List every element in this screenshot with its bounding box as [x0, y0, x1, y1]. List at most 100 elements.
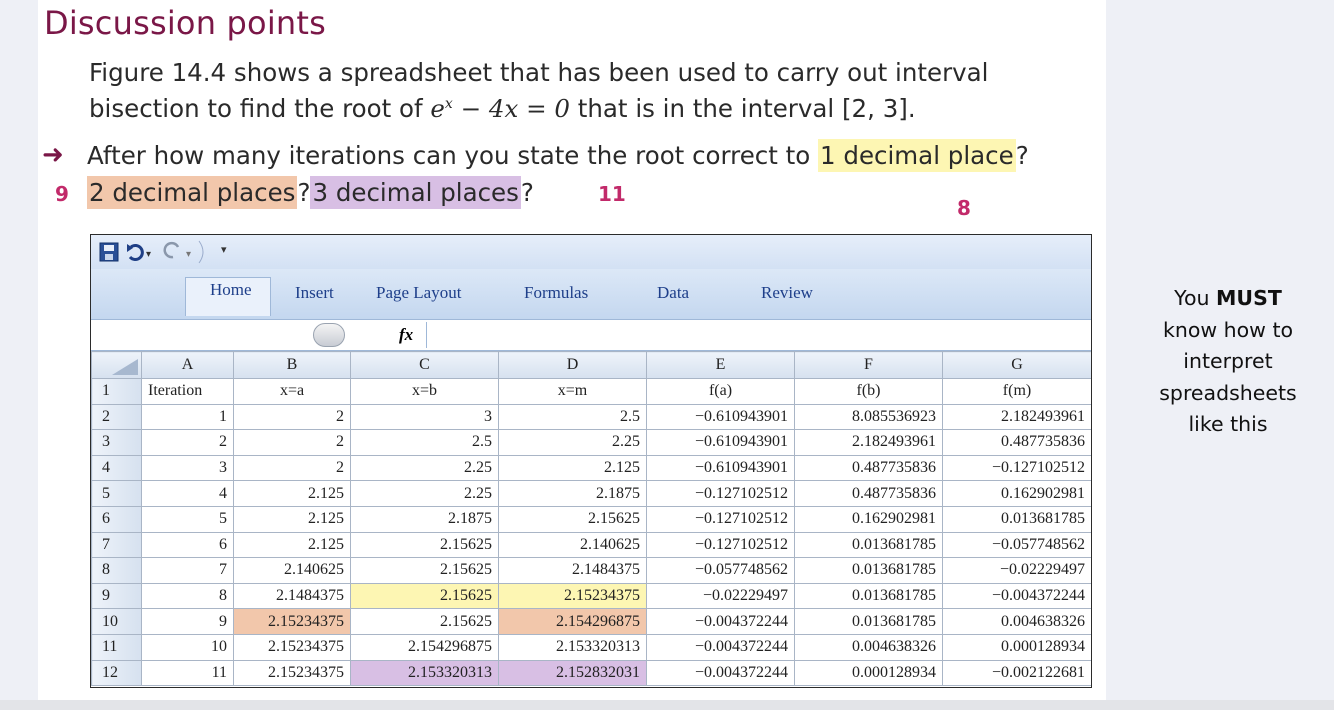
- cell[interactable]: 4: [141, 480, 234, 507]
- cell[interactable]: 2.125: [498, 454, 647, 482]
- cell[interactable]: 2.5: [498, 403, 647, 431]
- tab-formulas[interactable]: Formulas: [524, 283, 588, 303]
- highlighted-cell[interactable]: 2.154296875: [498, 608, 647, 635]
- row-header[interactable]: 6: [91, 505, 142, 533]
- cell[interactable]: 10: [141, 633, 234, 661]
- cell[interactable]: 2.125: [233, 505, 351, 533]
- cell[interactable]: 2.25: [498, 429, 647, 456]
- cell[interactable]: 0.004638326: [794, 633, 943, 661]
- formula-input[interactable]: [426, 322, 1091, 348]
- cell[interactable]: Iteration: [141, 378, 234, 405]
- cell[interactable]: 2.125: [233, 480, 351, 507]
- customize-qat-icon[interactable]: ▾: [221, 243, 227, 256]
- row-header[interactable]: 9: [91, 582, 142, 610]
- cell[interactable]: −0.610943901: [646, 429, 795, 456]
- row-header[interactable]: 2: [91, 403, 142, 431]
- cell[interactable]: f(a): [646, 378, 795, 405]
- column-header[interactable]: A: [141, 351, 234, 379]
- highlighted-cell[interactable]: 2.153320313: [350, 659, 499, 687]
- row-header[interactable]: 12: [91, 659, 142, 687]
- cell[interactable]: 0.000128934: [794, 659, 943, 687]
- name-box-button[interactable]: [313, 323, 345, 347]
- row-header[interactable]: 11: [91, 633, 142, 661]
- column-header[interactable]: D: [498, 351, 647, 379]
- column-header[interactable]: E: [646, 351, 795, 379]
- cell[interactable]: −0.610943901: [646, 454, 795, 482]
- cell[interactable]: 2.1484375: [498, 557, 647, 584]
- cell[interactable]: −0.127102512: [646, 531, 795, 559]
- cell[interactable]: −0.004372244: [646, 633, 795, 661]
- cell[interactable]: x=b: [350, 378, 499, 405]
- tab-insert[interactable]: Insert: [295, 283, 334, 303]
- cell[interactable]: 0.004638326: [942, 608, 1091, 635]
- cell[interactable]: 3: [350, 403, 499, 431]
- cell[interactable]: −0.057748562: [942, 531, 1091, 559]
- cell[interactable]: 0.013681785: [794, 582, 943, 610]
- cell[interactable]: 9: [141, 608, 234, 635]
- column-header[interactable]: G: [942, 351, 1091, 379]
- cell[interactable]: −0.004372244: [646, 608, 795, 635]
- tab-home[interactable]: Home: [185, 277, 271, 316]
- cell[interactable]: 0.162902981: [942, 480, 1091, 507]
- cell[interactable]: 2.15234375: [233, 659, 351, 687]
- highlighted-cell[interactable]: 2.15234375: [233, 608, 351, 635]
- cell[interactable]: 0.487735836: [794, 480, 943, 507]
- cell[interactable]: 0.000128934: [942, 633, 1091, 661]
- cell[interactable]: 1: [141, 403, 234, 431]
- cell[interactable]: −0.02229497: [942, 557, 1091, 584]
- cell[interactable]: 6: [141, 531, 234, 559]
- cell[interactable]: 2.15625: [350, 531, 499, 559]
- cell[interactable]: x=a: [233, 378, 351, 405]
- cell[interactable]: 2.15234375: [233, 633, 351, 661]
- cell[interactable]: 2: [233, 429, 351, 456]
- cell[interactable]: 0.487735836: [942, 429, 1091, 456]
- cell[interactable]: 2.25: [350, 454, 499, 482]
- cell[interactable]: 8: [141, 582, 234, 610]
- cell[interactable]: 11: [141, 659, 234, 687]
- highlighted-cell[interactable]: 2.152832031: [498, 659, 647, 687]
- tab-data[interactable]: Data: [657, 283, 689, 303]
- cell[interactable]: 0.013681785: [794, 608, 943, 635]
- cell[interactable]: 0.162902981: [794, 505, 943, 533]
- cell[interactable]: 2.182493961: [794, 429, 943, 456]
- cell[interactable]: 2.153320313: [498, 633, 647, 661]
- cell[interactable]: 2: [233, 454, 351, 482]
- row-header[interactable]: 4: [91, 454, 142, 482]
- column-header[interactable]: C: [350, 351, 499, 379]
- cell[interactable]: 0.487735836: [794, 454, 943, 482]
- cell[interactable]: 2: [141, 429, 234, 456]
- cell[interactable]: −0.127102512: [646, 480, 795, 507]
- cell[interactable]: −0.057748562: [646, 557, 795, 584]
- tab-review[interactable]: Review: [761, 283, 813, 303]
- cell[interactable]: 2.182493961: [942, 403, 1091, 431]
- cell[interactable]: 5: [141, 505, 234, 533]
- cell[interactable]: 2: [233, 403, 351, 431]
- select-all-corner[interactable]: [91, 351, 142, 379]
- highlighted-cell[interactable]: 2.15234375: [498, 582, 647, 610]
- cell[interactable]: 2.25: [350, 480, 499, 507]
- cell[interactable]: 3: [141, 454, 234, 482]
- row-header[interactable]: 8: [91, 557, 142, 584]
- row-header[interactable]: 3: [91, 429, 142, 456]
- cell[interactable]: 2.15625: [350, 608, 499, 635]
- fx-icon[interactable]: fx: [399, 325, 413, 345]
- cell[interactable]: −0.02229497: [646, 582, 795, 610]
- cell[interactable]: −0.127102512: [646, 505, 795, 533]
- cell[interactable]: 0.013681785: [942, 505, 1091, 533]
- row-header[interactable]: 7: [91, 531, 142, 559]
- cell[interactable]: 8.085536923: [794, 403, 943, 431]
- cell[interactable]: 2.15625: [498, 505, 647, 533]
- column-header[interactable]: F: [794, 351, 943, 379]
- cell[interactable]: 2.140625: [498, 531, 647, 559]
- cell[interactable]: 2.1484375: [233, 582, 351, 610]
- cell[interactable]: 0.013681785: [794, 531, 943, 559]
- cell[interactable]: 2.154296875: [350, 633, 499, 661]
- cell[interactable]: f(b): [794, 378, 943, 405]
- highlighted-cell[interactable]: 2.15625: [350, 582, 499, 610]
- cell[interactable]: 7: [141, 557, 234, 584]
- cell[interactable]: −0.610943901: [646, 403, 795, 431]
- cell[interactable]: 2.5: [350, 429, 499, 456]
- cell[interactable]: 0.013681785: [794, 557, 943, 584]
- tab-page-layout[interactable]: Page Layout: [376, 283, 461, 303]
- cell[interactable]: −0.004372244: [646, 659, 795, 687]
